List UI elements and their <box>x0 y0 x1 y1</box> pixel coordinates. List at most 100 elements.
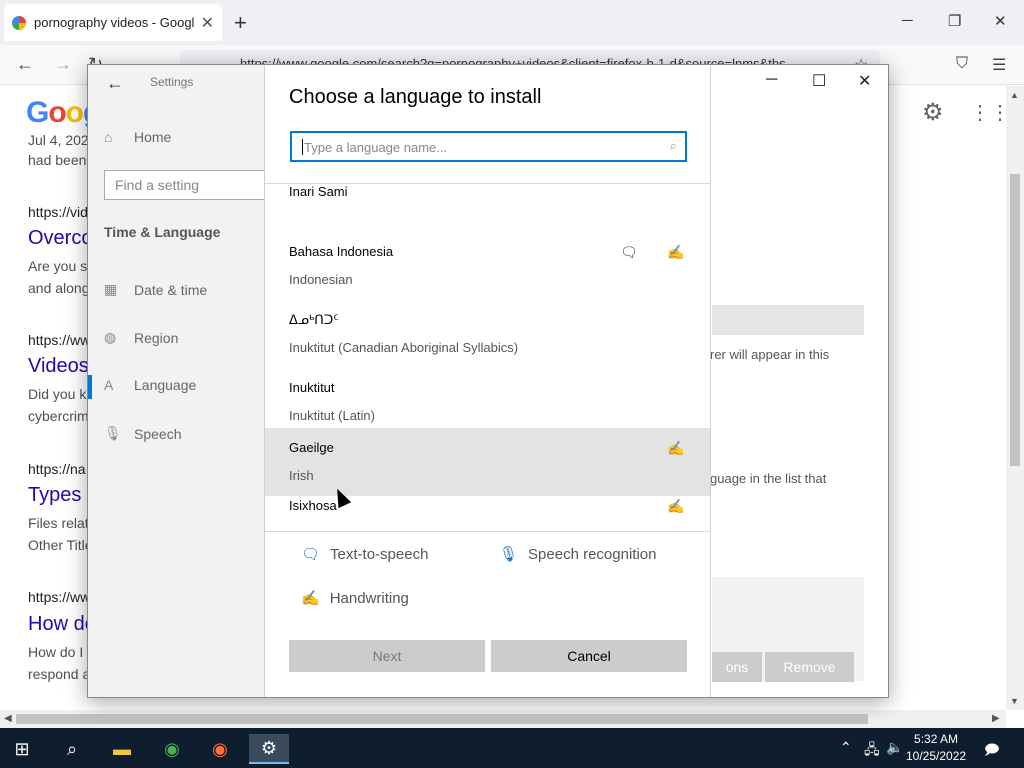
gear-icon[interactable]: ⚙ <box>922 98 944 127</box>
language-english-name: Inuktitut (Latin) <box>289 408 375 423</box>
result-url[interactable]: https://ww <box>28 332 90 348</box>
result-url[interactable]: https://na <box>28 461 86 477</box>
back-arrow-icon[interactable]: ← <box>106 73 124 94</box>
dialog-title: Choose a language to install <box>289 86 542 108</box>
language-icon: A <box>104 377 114 393</box>
background-text: rer will appear in this <box>710 347 830 362</box>
settings-sidebar: ← Settings ⌂ Home Find a setting Time & … <box>88 65 274 697</box>
file-explorer-icon[interactable]: ▬ <box>102 734 142 764</box>
text-to-speech-icon: 🗨 <box>301 546 321 563</box>
result-link[interactable]: Types <box>28 484 81 507</box>
scroll-right-icon[interactable]: ▶ <box>992 713 1000 724</box>
result-snippet: had been <box>28 152 87 168</box>
result-url[interactable]: https://ww <box>28 589 90 605</box>
list-item[interactable]: ᐃᓄᒃᑎᑐᑦ Inuktitut (Canadian Aboriginal Sy… <box>265 300 710 368</box>
language-native-name: Isixhosa <box>289 498 337 513</box>
settings-gear-icon[interactable]: ⚙ <box>249 734 289 764</box>
language-english-name: Indonesian <box>289 272 353 287</box>
vertical-scrollbar[interactable]: ▲ ▼ <box>1006 86 1024 710</box>
nav-label: Speech <box>134 425 182 442</box>
result-link[interactable]: How do <box>28 613 96 636</box>
tab-close-icon[interactable]: ✕ <box>201 13 214 33</box>
back-arrow-icon[interactable]: ← <box>16 54 34 75</box>
browser-minimize-button[interactable]: ─ <box>902 12 913 29</box>
home-icon: ⌂ <box>104 129 113 145</box>
language-native-name: Gaeilge <box>289 440 334 455</box>
result-snippet: Other Title <box>28 537 93 553</box>
settings-close-button[interactable]: ✕ <box>858 71 871 91</box>
list-item[interactable]: Isixhosa ✍ <box>265 496 710 530</box>
microphone-icon: 🎙 <box>104 425 122 441</box>
handwriting-icon: ✍ <box>301 590 320 607</box>
language-english-name: Inuktitut (Canadian Aboriginal Syllabics… <box>289 340 519 355</box>
list-item[interactable]: Inuktitut Inuktitut (Latin) <box>265 368 710 436</box>
result-link[interactable]: Overco <box>28 227 92 250</box>
notification-icon[interactable]: 🗩 <box>984 739 1000 763</box>
new-tab-button[interactable]: + <box>234 10 247 36</box>
text-to-speech-icon: 🗨 <box>620 244 638 260</box>
legend-label: Speech recognition <box>528 545 657 563</box>
result-snippet: and along <box>28 280 90 296</box>
language-search-input[interactable] <box>304 137 654 157</box>
windows-start-icon[interactable]: ⊞ <box>2 734 42 764</box>
list-item[interactable]: Bahasa Indonesia Indonesian 🗨 ✍ <box>265 232 710 300</box>
next-button[interactable]: Next <box>289 640 485 672</box>
language-native-name: ᐃᓄᒃᑎᑐᑦ <box>289 312 339 327</box>
find-setting-input[interactable]: Find a setting <box>104 170 274 200</box>
horizontal-scroll-thumb[interactable] <box>16 714 868 724</box>
microphone-icon: 🎙 <box>499 546 519 563</box>
list-item[interactable]: Inari Sami <box>265 184 710 232</box>
background-text: guage in the list that <box>710 471 827 486</box>
language-bar <box>712 305 864 335</box>
browser-tab-bar: pornography videos - Google S ✕ + ─ ❐ ✕ <box>0 0 1024 45</box>
nav-date-time[interactable]: ▦ Date & time <box>104 281 207 298</box>
section-title: Time & Language <box>104 224 221 240</box>
result-snippet: How do I r <box>28 644 92 660</box>
legend-handwriting: ✍ Handwriting <box>301 589 409 608</box>
result-snippet: Did you k <box>28 386 87 402</box>
result-link[interactable]: Videos <box>28 355 89 378</box>
nav-home-label: Home <box>134 129 172 145</box>
scroll-up-icon[interactable]: ▲ <box>1010 90 1019 100</box>
chevron-up-icon[interactable]: ⌃ <box>840 739 852 756</box>
language-native-name: Inuktitut <box>289 380 335 395</box>
remove-button[interactable]: Remove <box>765 652 854 682</box>
forward-arrow-icon[interactable]: → <box>54 54 72 75</box>
scroll-down-icon[interactable]: ▼ <box>1010 696 1019 706</box>
cancel-button[interactable]: Cancel <box>491 640 687 672</box>
firefox-icon[interactable]: ◉ <box>200 734 240 764</box>
legend-speech-recognition: 🎙 Speech recognition <box>499 545 657 564</box>
pocket-icon[interactable]: ⛉ <box>956 55 968 73</box>
browser-restore-button[interactable]: ❐ <box>948 12 961 30</box>
browser-close-button[interactable]: ✕ <box>994 12 1007 30</box>
horizontal-scrollbar[interactable]: ◀ ▶ <box>0 710 1006 728</box>
language-search-box[interactable]: ⌕ <box>290 131 687 162</box>
language-native-name: Inari Sami <box>289 184 348 199</box>
search-icon[interactable]: ⌕ <box>670 138 677 154</box>
handwriting-icon: ✍ <box>667 498 685 514</box>
handwriting-icon: ✍ <box>667 440 685 456</box>
language-native-name: Bahasa Indonesia <box>289 244 394 259</box>
settings-minimize-button[interactable]: ─ <box>766 71 777 89</box>
menu-icon[interactable]: ☰ <box>992 55 1006 75</box>
scroll-left-icon[interactable]: ◀ <box>4 713 12 724</box>
tab-title: pornography videos - Google S <box>34 15 195 30</box>
search-icon[interactable]: ⌕ <box>52 734 92 764</box>
text-caret <box>302 139 303 155</box>
network-icon[interactable]: 🖧 <box>864 739 880 763</box>
chrome-icon[interactable]: ◉ <box>152 734 192 764</box>
nav-home[interactable]: ⌂ Home <box>104 129 171 145</box>
options-button[interactable]: ons <box>712 652 762 682</box>
legend-label: Text-to-speech <box>330 545 429 563</box>
nav-language[interactable]: A Language <box>104 377 196 393</box>
browser-tab[interactable]: pornography videos - Google S ✕ <box>4 4 222 41</box>
nav-speech[interactable]: 🎙 Speech <box>104 425 181 442</box>
volume-icon[interactable]: 🔈 <box>886 739 903 756</box>
clock[interactable]: 5:32 AM 10/25/2022 <box>906 731 966 765</box>
settings-maximize-button[interactable]: ☐ <box>812 71 826 91</box>
vertical-scroll-thumb[interactable] <box>1010 174 1020 466</box>
legend-label: Handwriting <box>329 589 409 607</box>
result-url[interactable]: https://vid <box>28 204 88 220</box>
list-item-highlighted[interactable]: Gaeilge Irish ✍ <box>265 428 710 496</box>
nav-region[interactable]: ◍ Region <box>104 329 178 346</box>
